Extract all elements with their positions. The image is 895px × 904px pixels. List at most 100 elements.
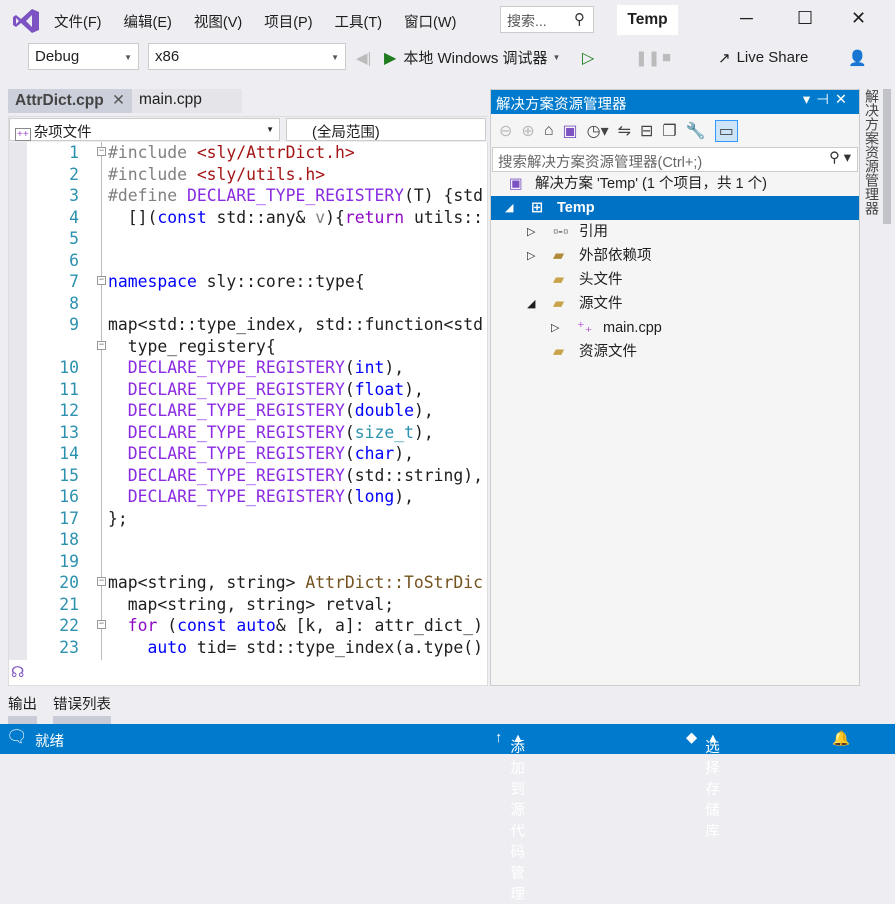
- external-deps-icon: ▰: [553, 248, 565, 264]
- line-number: 21: [59, 594, 79, 614]
- code-token: long: [354, 487, 395, 506]
- properties-icon[interactable]: 🔧: [686, 121, 706, 141]
- collapsed-icon[interactable]: ▷: [527, 244, 535, 268]
- side-tab-solution-explorer[interactable]: 解决方案资源管理器: [862, 89, 882, 215]
- pending-changes-icon[interactable]: ◷▾: [587, 121, 609, 141]
- project-dropdown[interactable]: ++ 杂项文件 ▼: [9, 118, 280, 141]
- code-token: ),: [404, 379, 424, 399]
- sync-icon[interactable]: ⇋: [618, 121, 631, 141]
- collapse-all-icon[interactable]: ⊟: [640, 121, 653, 141]
- platform-select[interactable]: x86 ▼: [148, 43, 346, 70]
- code-token: #define: [108, 186, 187, 205]
- tree-item[interactable]: ▷ ▫-▫ 引用: [491, 220, 859, 244]
- pause-icon[interactable]: ❚❚: [635, 44, 660, 71]
- solution-search-input[interactable]: 搜索解决方案资源管理器(Ctrl+;) ⚲ ▾: [492, 147, 858, 172]
- bottom-tool-tabs: 输出 错误列表: [8, 693, 111, 724]
- code-area[interactable]: 1− #include <sly/AttrDict.h> 2 #include <sl…: [9, 142, 489, 660]
- menu-project[interactable]: 项目(P): [253, 11, 323, 32]
- code-token: (: [344, 379, 355, 399]
- tab-attrdict-cpp[interactable]: AttrDict.cpp ✕: [8, 89, 133, 113]
- code-token: const: [157, 207, 207, 227]
- line-number: 3: [69, 186, 79, 205]
- add-to-source-control-button[interactable]: ↑ 添加到源代码管理 ▴: [495, 730, 525, 903]
- maximize-button[interactable]: ☐: [797, 8, 813, 29]
- fold-toggle-icon[interactable]: −: [97, 147, 106, 156]
- close-tab-icon[interactable]: ✕: [112, 92, 125, 109]
- tree-item[interactable]: ▷ ⁺₊ main.cpp: [491, 316, 859, 340]
- line-number: 6: [69, 250, 79, 270]
- tree-item[interactable]: ▰ 资源文件: [491, 340, 859, 364]
- expanded-icon[interactable]: ◢: [527, 292, 535, 316]
- menu-file[interactable]: 文件(F): [43, 11, 113, 32]
- notification-icon[interactable]: 🗨: [6, 727, 28, 747]
- stop-icon[interactable]: ■: [662, 44, 671, 71]
- code-token: namespace: [108, 272, 197, 291]
- chevron-down-icon: ▼: [124, 53, 132, 62]
- line-number: 15: [59, 465, 79, 485]
- fold-toggle-icon[interactable]: −: [97, 340, 106, 350]
- code-token: return: [344, 207, 405, 227]
- code-token: ),: [413, 422, 434, 442]
- solution-icon: ▣: [509, 176, 523, 192]
- code-text: DECLARE_TYPE_REGISTERY(char),: [108, 443, 414, 465]
- expanded-icon[interactable]: ◢: [505, 196, 513, 220]
- pin-icon[interactable]: ⊣: [816, 92, 835, 108]
- menu-tools[interactable]: 工具(T): [324, 11, 394, 32]
- line-number: 10: [59, 358, 79, 377]
- preview-icon[interactable]: ▭: [714, 119, 738, 142]
- forward-icon[interactable]: ⊕: [521, 121, 534, 141]
- collapsed-icon[interactable]: ▷: [551, 316, 559, 340]
- tab-main-cpp[interactable]: main.cpp: [132, 89, 243, 113]
- tree-item[interactable]: ▰ 头文件: [491, 268, 859, 292]
- menu-window[interactable]: 窗口(W): [393, 11, 467, 32]
- scrollbar[interactable]: [883, 89, 891, 224]
- tree-item[interactable]: ▣ 解决方案 'Temp' (1 个项目，共 1 个): [491, 172, 859, 196]
- show-all-files-icon[interactable]: ❐: [662, 121, 676, 141]
- code-text: #include <sly/utils.h>: [108, 164, 325, 186]
- code-line: 13 DECLARE_TYPE_REGISTERY(size_t),: [9, 422, 489, 444]
- notifications-bell-icon[interactable]: 🔔: [832, 730, 850, 747]
- tab-output[interactable]: 输出: [8, 693, 37, 724]
- close-panel-icon[interactable]: ✕: [835, 92, 853, 108]
- tree-item[interactable]: ▷ ▰ 外部依赖项: [491, 244, 859, 268]
- global-search-input[interactable]: 搜索... ⚲: [500, 6, 594, 33]
- fold-toggle-icon[interactable]: −: [97, 620, 106, 629]
- back-icon[interactable]: ⊖: [499, 121, 512, 141]
- start-debugging-button[interactable]: ▶ 本地 Windows 调试器 ▼: [384, 44, 560, 71]
- tree-item[interactable]: ◢ ▰ 源文件: [491, 292, 859, 316]
- select-repository-button[interactable]: ◆ 选择存储库 ▴: [686, 730, 720, 840]
- fold-toggle-icon[interactable]: −: [97, 577, 106, 586]
- live-share-button[interactable]: ↗ Live Share: [718, 44, 808, 71]
- line-number: 17: [59, 508, 79, 528]
- home-icon[interactable]: ⌂: [544, 122, 554, 140]
- search-placeholder: 搜索解决方案资源管理器(Ctrl+;): [498, 155, 703, 171]
- code-editor[interactable]: ++ 杂项文件 ▼ (全局范围) 1− #include <sly/AttrDict.…: [8, 116, 489, 686]
- code-line: 16 DECLARE_TYPE_REGISTERY(long),: [9, 486, 489, 508]
- close-window-button[interactable]: ✕: [851, 8, 866, 29]
- minimize-button[interactable]: ─: [740, 8, 753, 29]
- code-text: };: [108, 508, 128, 530]
- tree-item[interactable]: ◢ ⊞ Temp: [491, 196, 859, 220]
- references-icon: ▫-▫: [553, 224, 569, 240]
- line-number: 20: [59, 573, 79, 592]
- scope-dropdown[interactable]: (全局范围): [286, 118, 486, 141]
- code-token: (T) {std: [404, 186, 484, 205]
- tab-error-list[interactable]: 错误列表: [53, 693, 111, 724]
- step-back-icon[interactable]: ◀|: [356, 44, 371, 71]
- menu-view[interactable]: 视图(V): [183, 11, 253, 32]
- chevron-down-icon: ▼: [331, 53, 339, 62]
- intellicode-icon[interactable]: ☊: [11, 663, 24, 681]
- code-token: const: [177, 616, 227, 635]
- menu-edit[interactable]: 编辑(E): [113, 11, 183, 32]
- start-without-debugging-icon[interactable]: ▷: [582, 44, 594, 71]
- search-icon: ⚲ ▾: [829, 150, 851, 166]
- collapsed-icon[interactable]: ▷: [527, 220, 535, 244]
- dropdown-icon[interactable]: ▾: [803, 92, 816, 108]
- feedback-icon[interactable]: 👤: [848, 44, 867, 71]
- code-line: 6: [9, 250, 489, 272]
- switch-views-icon[interactable]: ▣: [562, 121, 577, 141]
- fold-toggle-icon[interactable]: −: [97, 276, 106, 285]
- configuration-select[interactable]: Debug ▼: [28, 43, 139, 70]
